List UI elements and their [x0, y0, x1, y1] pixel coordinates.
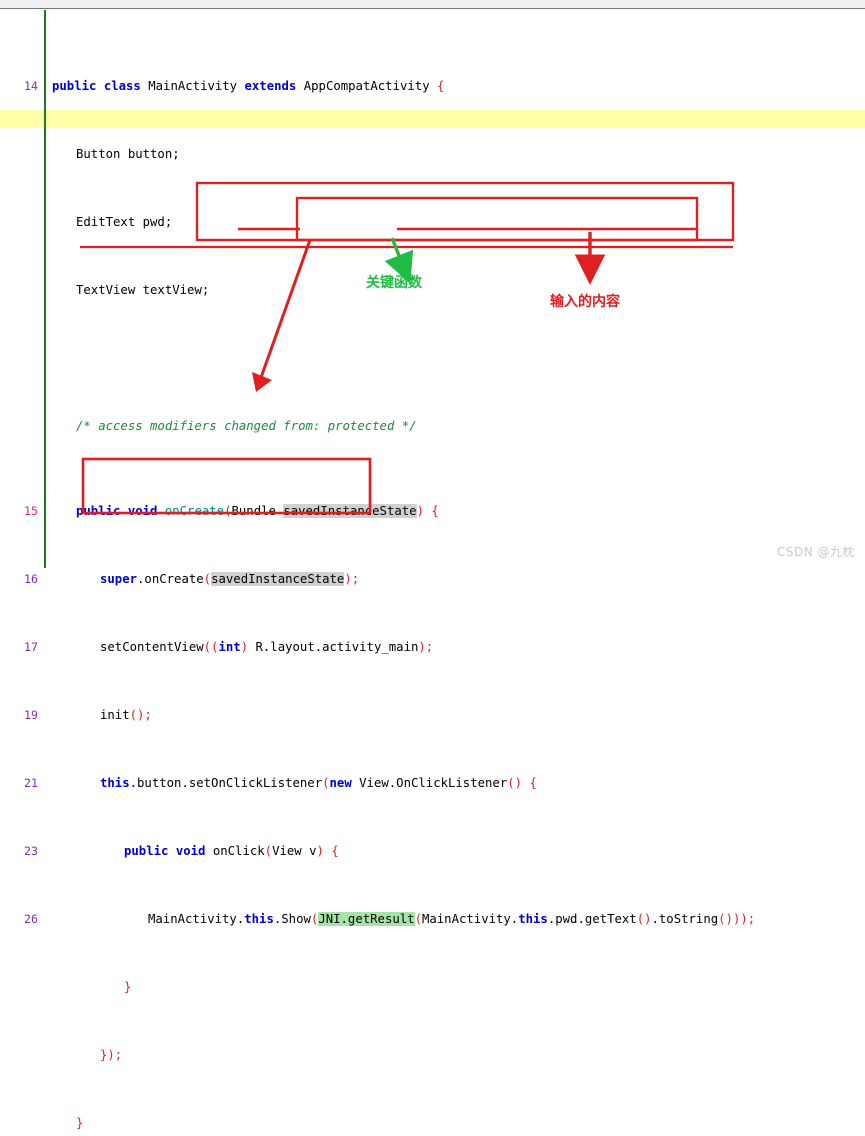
code-line: 16 super.onCreate(savedInstanceState);: [0, 571, 865, 588]
line-source: /* access modifiers changed from: protec…: [76, 419, 417, 433]
code-line: /* access modifiers changed from: protec…: [0, 418, 865, 435]
line-source: this.button.setOnClickListener(new View.…: [100, 776, 537, 790]
annotation-label-input-content: 输入的内容: [550, 294, 620, 310]
line-source: MainActivity.this.Show(JNI.getResult(Mai…: [148, 912, 756, 926]
code-line: });: [0, 1047, 865, 1064]
code-line: 23 public void onClick(View v) {: [0, 843, 865, 860]
annotation-label-key-function: 关键函数: [366, 275, 422, 291]
csdn-watermark: CSDN @九枕: [776, 545, 855, 559]
code-line: EditText pwd;: [0, 214, 865, 231]
line-number[interactable]: 21: [0, 775, 38, 792]
highlighted-call-token: JNI.getResult: [318, 912, 415, 926]
code-line: 26 MainActivity.this.Show(JNI.getResult(…: [0, 911, 865, 928]
line-number[interactable]: 23: [0, 843, 38, 860]
code-line: }: [0, 1115, 865, 1132]
code-line: }: [0, 979, 865, 996]
line-source: setContentView((int) R.layout.activity_m…: [100, 640, 434, 654]
line-source: TextView textView;: [76, 283, 210, 297]
line-source: }: [124, 980, 132, 994]
line-number[interactable]: 16: [0, 571, 38, 588]
line-source: }: [76, 1116, 84, 1130]
code-line: 17 setContentView((int) R.layout.activit…: [0, 639, 865, 656]
line-source: EditText pwd;: [76, 215, 173, 229]
code-line: Button button;: [0, 146, 865, 163]
line-number[interactable]: 17: [0, 639, 38, 656]
line-source: super.onCreate(savedInstanceState);: [100, 572, 360, 586]
line-number[interactable]: 19: [0, 707, 38, 724]
code-line: 14 public class MainActivity extends App…: [0, 78, 865, 95]
code-line-current: 15 public void onCreate(Bundle savedInst…: [0, 503, 865, 520]
line-source: public void onCreate(Bundle savedInstanc…: [76, 504, 439, 518]
code-line: TextView textView;: [0, 282, 865, 299]
code-line: 19 init();: [0, 707, 865, 724]
code-content[interactable]: 14 public class MainActivity extends App…: [0, 10, 865, 1136]
line-source: Button button;: [76, 147, 180, 161]
line-number-current[interactable]: 15: [0, 503, 38, 520]
line-source: init();: [100, 708, 152, 722]
line-number[interactable]: 14: [0, 78, 38, 95]
window-title-bar: [0, 0, 865, 9]
line-number[interactable]: 26: [0, 911, 38, 928]
line-source: });: [100, 1048, 123, 1062]
line-source: public class MainActivity extends AppCom…: [52, 79, 445, 93]
line-source: public void onClick(View v) {: [124, 844, 339, 858]
code-line: 21 this.button.setOnClickListener(new Vi…: [0, 775, 865, 792]
code-editor-surface[interactable]: 14 public class MainActivity extends App…: [0, 10, 865, 1130]
